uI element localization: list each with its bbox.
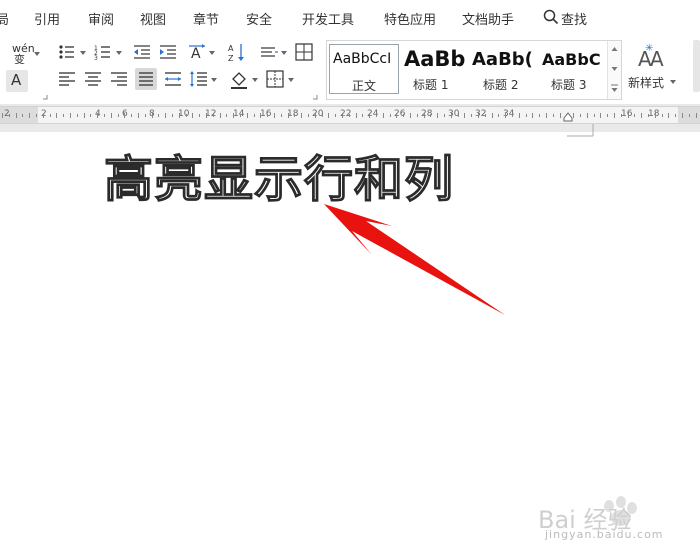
- red-arrow-annotation: [324, 204, 505, 315]
- watermark-subtext: jingyan.baidu.com: [545, 528, 664, 541]
